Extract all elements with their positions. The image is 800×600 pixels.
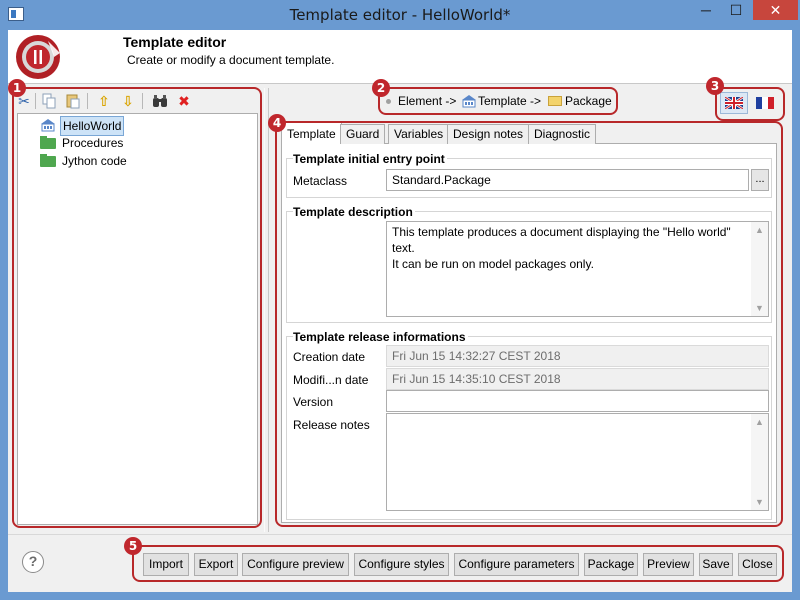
splitter[interactable] xyxy=(268,88,269,532)
template-tree[interactable]: HelloWorld Procedures Jython code xyxy=(17,113,258,525)
scroll-down-icon[interactable]: ▼ xyxy=(751,300,768,316)
description-textarea[interactable]: This template produces a document displa… xyxy=(386,221,769,317)
copy-icon[interactable] xyxy=(41,93,57,109)
tab-diagnostic[interactable]: Diagnostic xyxy=(528,124,597,144)
package-button[interactable]: Package xyxy=(584,553,638,576)
app-logo-icon xyxy=(16,35,60,79)
header-title: Template editor xyxy=(123,34,227,50)
folder-icon xyxy=(40,136,56,149)
metaclass-label: Metaclass xyxy=(293,174,348,188)
scroll-up-icon[interactable]: ▲ xyxy=(751,222,768,238)
annotation-badge-2: 2 xyxy=(372,79,390,97)
help-icon[interactable]: ? xyxy=(22,551,44,573)
import-button[interactable]: Import xyxy=(143,553,189,576)
save-button[interactable]: Save xyxy=(699,553,733,576)
close-window-button[interactable]: ✕ xyxy=(753,0,798,20)
header-subtitle: Create or modify a document template. xyxy=(127,53,335,67)
element-dot-icon xyxy=(386,99,391,104)
folder-icon xyxy=(40,154,56,167)
scroll-down-icon[interactable]: ▼ xyxy=(751,494,768,510)
fr-flag-icon xyxy=(756,97,774,109)
toolbar-separator xyxy=(142,93,143,109)
creation-date-label: Creation date xyxy=(293,350,366,364)
preview-button[interactable]: Preview xyxy=(643,553,694,576)
paste-icon[interactable] xyxy=(65,93,81,109)
annotation-badge-1: 1 xyxy=(8,79,26,97)
title-bar[interactable]: Template editor - HelloWorld* xyxy=(0,0,800,30)
tree-item-label: HelloWorld xyxy=(60,116,125,136)
breadcrumb: Element -> Template -> Package xyxy=(380,90,618,112)
modified-date-field: Fri Jun 15 14:35:10 CEST 2018 xyxy=(386,368,769,390)
breadcrumb-package: Package xyxy=(565,94,612,108)
tab-guard[interactable]: Guard xyxy=(340,124,386,144)
release-notes-scrollbar[interactable]: ▲ ▼ xyxy=(751,414,768,510)
bottom-separator xyxy=(8,534,792,535)
tree-toolbar: ✂ ⇧ ⇩ ✖ xyxy=(14,89,258,113)
french-language-button[interactable] xyxy=(751,92,779,114)
window-frame-right xyxy=(792,30,800,600)
creation-date-field: Fri Jun 15 14:32:27 CEST 2018 xyxy=(386,345,769,367)
scroll-up-icon[interactable]: ▲ xyxy=(751,414,768,430)
tree-item-helloworld[interactable]: HelloWorld xyxy=(40,116,130,136)
tree-item-procedures[interactable]: Procedures xyxy=(40,134,130,152)
package-icon xyxy=(462,95,476,108)
window-title: Template editor - HelloWorld* xyxy=(289,6,511,24)
description-group-title: Template description xyxy=(293,205,415,219)
breadcrumb-template: Template -> xyxy=(478,94,542,108)
tab-variables[interactable]: Variables xyxy=(388,124,450,144)
window-frame-left xyxy=(0,30,8,600)
arrow-up-icon[interactable]: ⇧ xyxy=(96,93,112,109)
tree-item-jython-code[interactable]: Jython code xyxy=(40,152,130,170)
arrow-down-icon[interactable]: ⇩ xyxy=(120,93,136,109)
version-label: Version xyxy=(293,395,334,409)
binoculars-icon[interactable] xyxy=(152,93,168,109)
splitter-highlight xyxy=(264,88,265,532)
minimize-button[interactable]: ─ xyxy=(692,0,720,20)
maximize-button[interactable]: ☐ xyxy=(722,0,750,20)
release-notes-textarea[interactable]: ▲ ▼ xyxy=(386,413,769,511)
version-field[interactable] xyxy=(386,390,769,412)
description-scrollbar[interactable]: ▲ ▼ xyxy=(751,222,768,316)
tree-item-label: Procedures xyxy=(62,136,124,150)
toolbar-separator xyxy=(87,93,88,109)
entry-point-group-title: Template initial entry point xyxy=(293,152,447,166)
modified-date-label: Modifi...n date xyxy=(293,373,369,387)
delete-icon[interactable]: ✖ xyxy=(176,93,192,109)
window-frame-bottom xyxy=(0,592,800,600)
annotation-badge-3: 3 xyxy=(706,77,724,95)
release-group-title: Template release informations xyxy=(293,330,468,344)
close-button[interactable]: Close xyxy=(738,553,777,576)
annotation-badge-5: 5 xyxy=(124,537,142,555)
configure-styles-button[interactable]: Configure styles xyxy=(354,553,449,576)
release-notes-label: Release notes xyxy=(293,418,370,432)
folder-icon xyxy=(548,96,562,106)
tab-template[interactable]: Template xyxy=(281,122,342,144)
english-language-button[interactable] xyxy=(720,92,748,114)
tree-item-label: Jython code xyxy=(62,154,127,168)
configure-preview-button[interactable]: Configure preview xyxy=(242,553,349,576)
description-text: This template produces a document displa… xyxy=(392,225,731,271)
metaclass-browse-button[interactable]: ... xyxy=(751,169,769,191)
breadcrumb-element: Element -> xyxy=(398,94,457,108)
toolbar-separator xyxy=(35,93,36,109)
package-icon xyxy=(41,119,55,132)
tab-design-notes[interactable]: Design notes xyxy=(447,124,530,144)
metaclass-field[interactable]: Standard.Package xyxy=(386,169,749,191)
export-button[interactable]: Export xyxy=(194,553,238,576)
app-icon[interactable] xyxy=(8,7,24,21)
uk-flag-icon xyxy=(725,97,743,109)
annotation-badge-4: 4 xyxy=(268,114,286,132)
configure-parameters-button[interactable]: Configure parameters xyxy=(454,553,579,576)
